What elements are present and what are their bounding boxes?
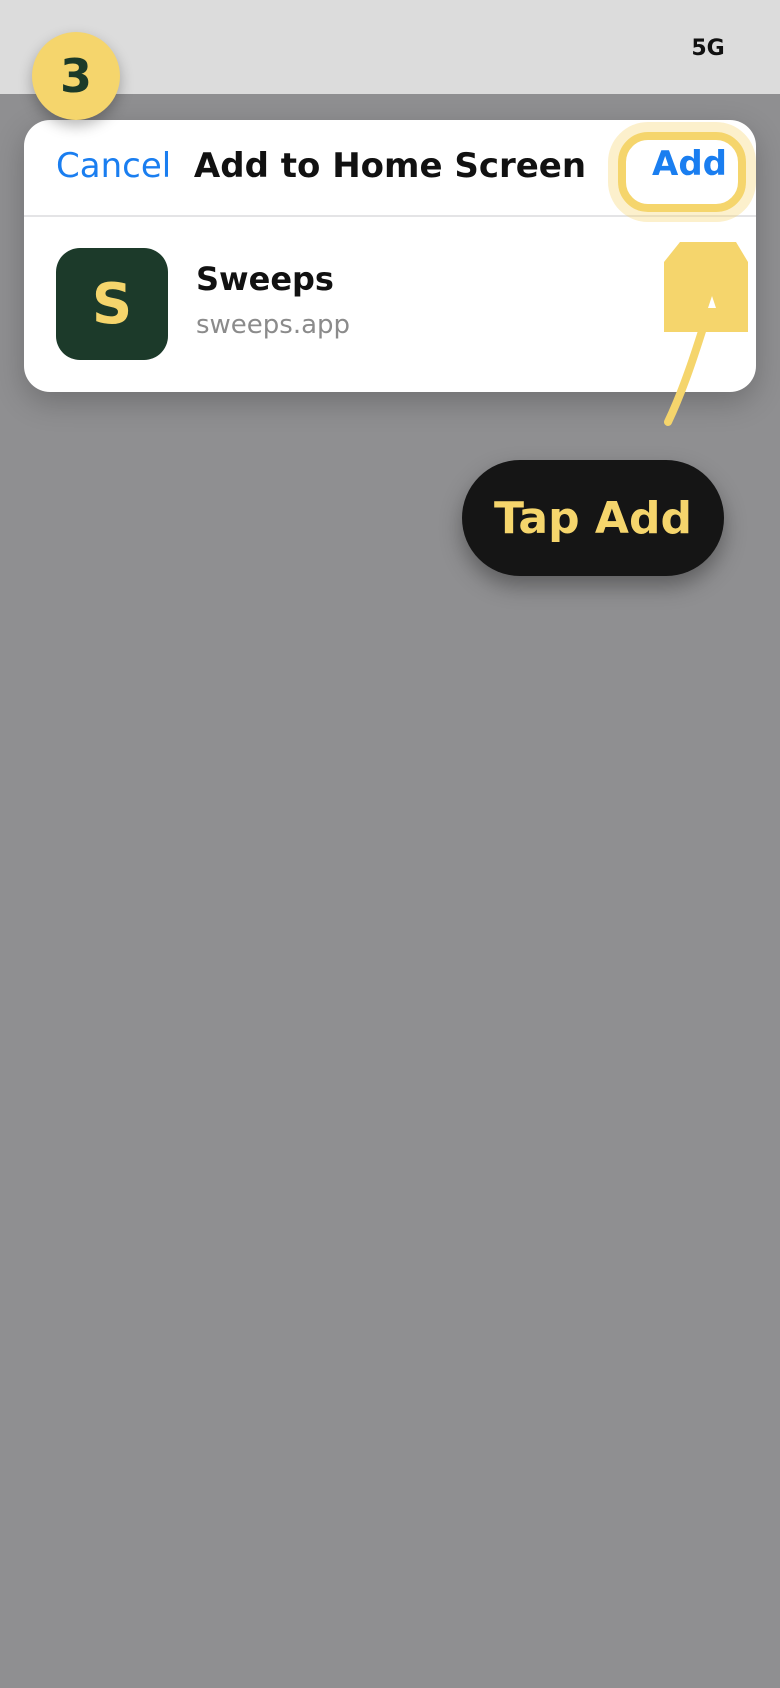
- app-icon-letter: S: [91, 271, 133, 337]
- add-button[interactable]: Add: [652, 144, 727, 184]
- app-url: sweeps.app: [196, 310, 351, 340]
- network-indicator: 5G: [691, 36, 725, 61]
- add-to-home-sheet: Cancel Add to Home Screen Add S Sweeps s…: [24, 120, 756, 392]
- tap-add-callout: Tap Add: [462, 460, 724, 576]
- cancel-button[interactable]: Cancel: [56, 146, 171, 186]
- header-divider: [24, 215, 756, 217]
- sheet-header: Cancel Add to Home Screen Add: [24, 120, 756, 215]
- app-icon: S: [56, 248, 168, 360]
- sheet-title: Add to Home Screen: [193, 146, 587, 186]
- step-badge: 3: [32, 32, 120, 120]
- app-name-field[interactable]: Sweeps: [196, 260, 334, 298]
